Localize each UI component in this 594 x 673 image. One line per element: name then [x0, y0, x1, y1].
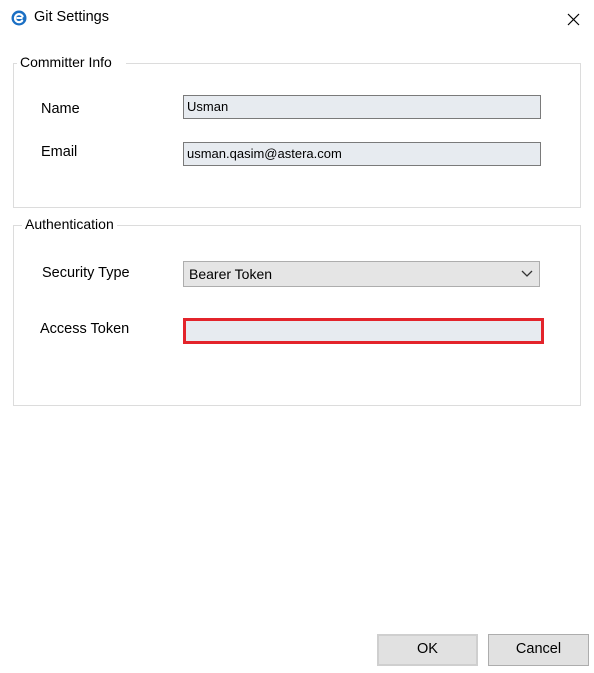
authentication-legend: Authentication	[22, 216, 117, 232]
close-button[interactable]	[558, 6, 588, 32]
email-label: Email	[41, 144, 78, 160]
title-bar: Git Settings	[0, 0, 594, 38]
close-icon	[567, 13, 579, 25]
window-title: Git Settings	[34, 9, 109, 25]
astera-e-icon	[11, 10, 27, 26]
committer-info-group	[13, 63, 581, 208]
committer-info-legend: Committer Info	[17, 54, 126, 70]
cancel-button[interactable]: Cancel	[488, 634, 589, 666]
security-type-dropdown[interactable]: Bearer Token	[183, 261, 540, 287]
name-label: Name	[41, 101, 80, 117]
chevron-down-icon	[521, 270, 533, 277]
authentication-group	[13, 225, 581, 406]
security-type-label: Security Type	[42, 265, 130, 281]
access-token-label: Access Token	[40, 321, 130, 337]
ok-button[interactable]: OK	[377, 634, 478, 666]
access-token-field[interactable]	[183, 318, 544, 344]
name-field[interactable]: Usman	[183, 95, 541, 119]
security-type-value: Bearer Token	[189, 266, 273, 282]
email-field[interactable]: usman.qasim@astera.com	[183, 142, 541, 166]
